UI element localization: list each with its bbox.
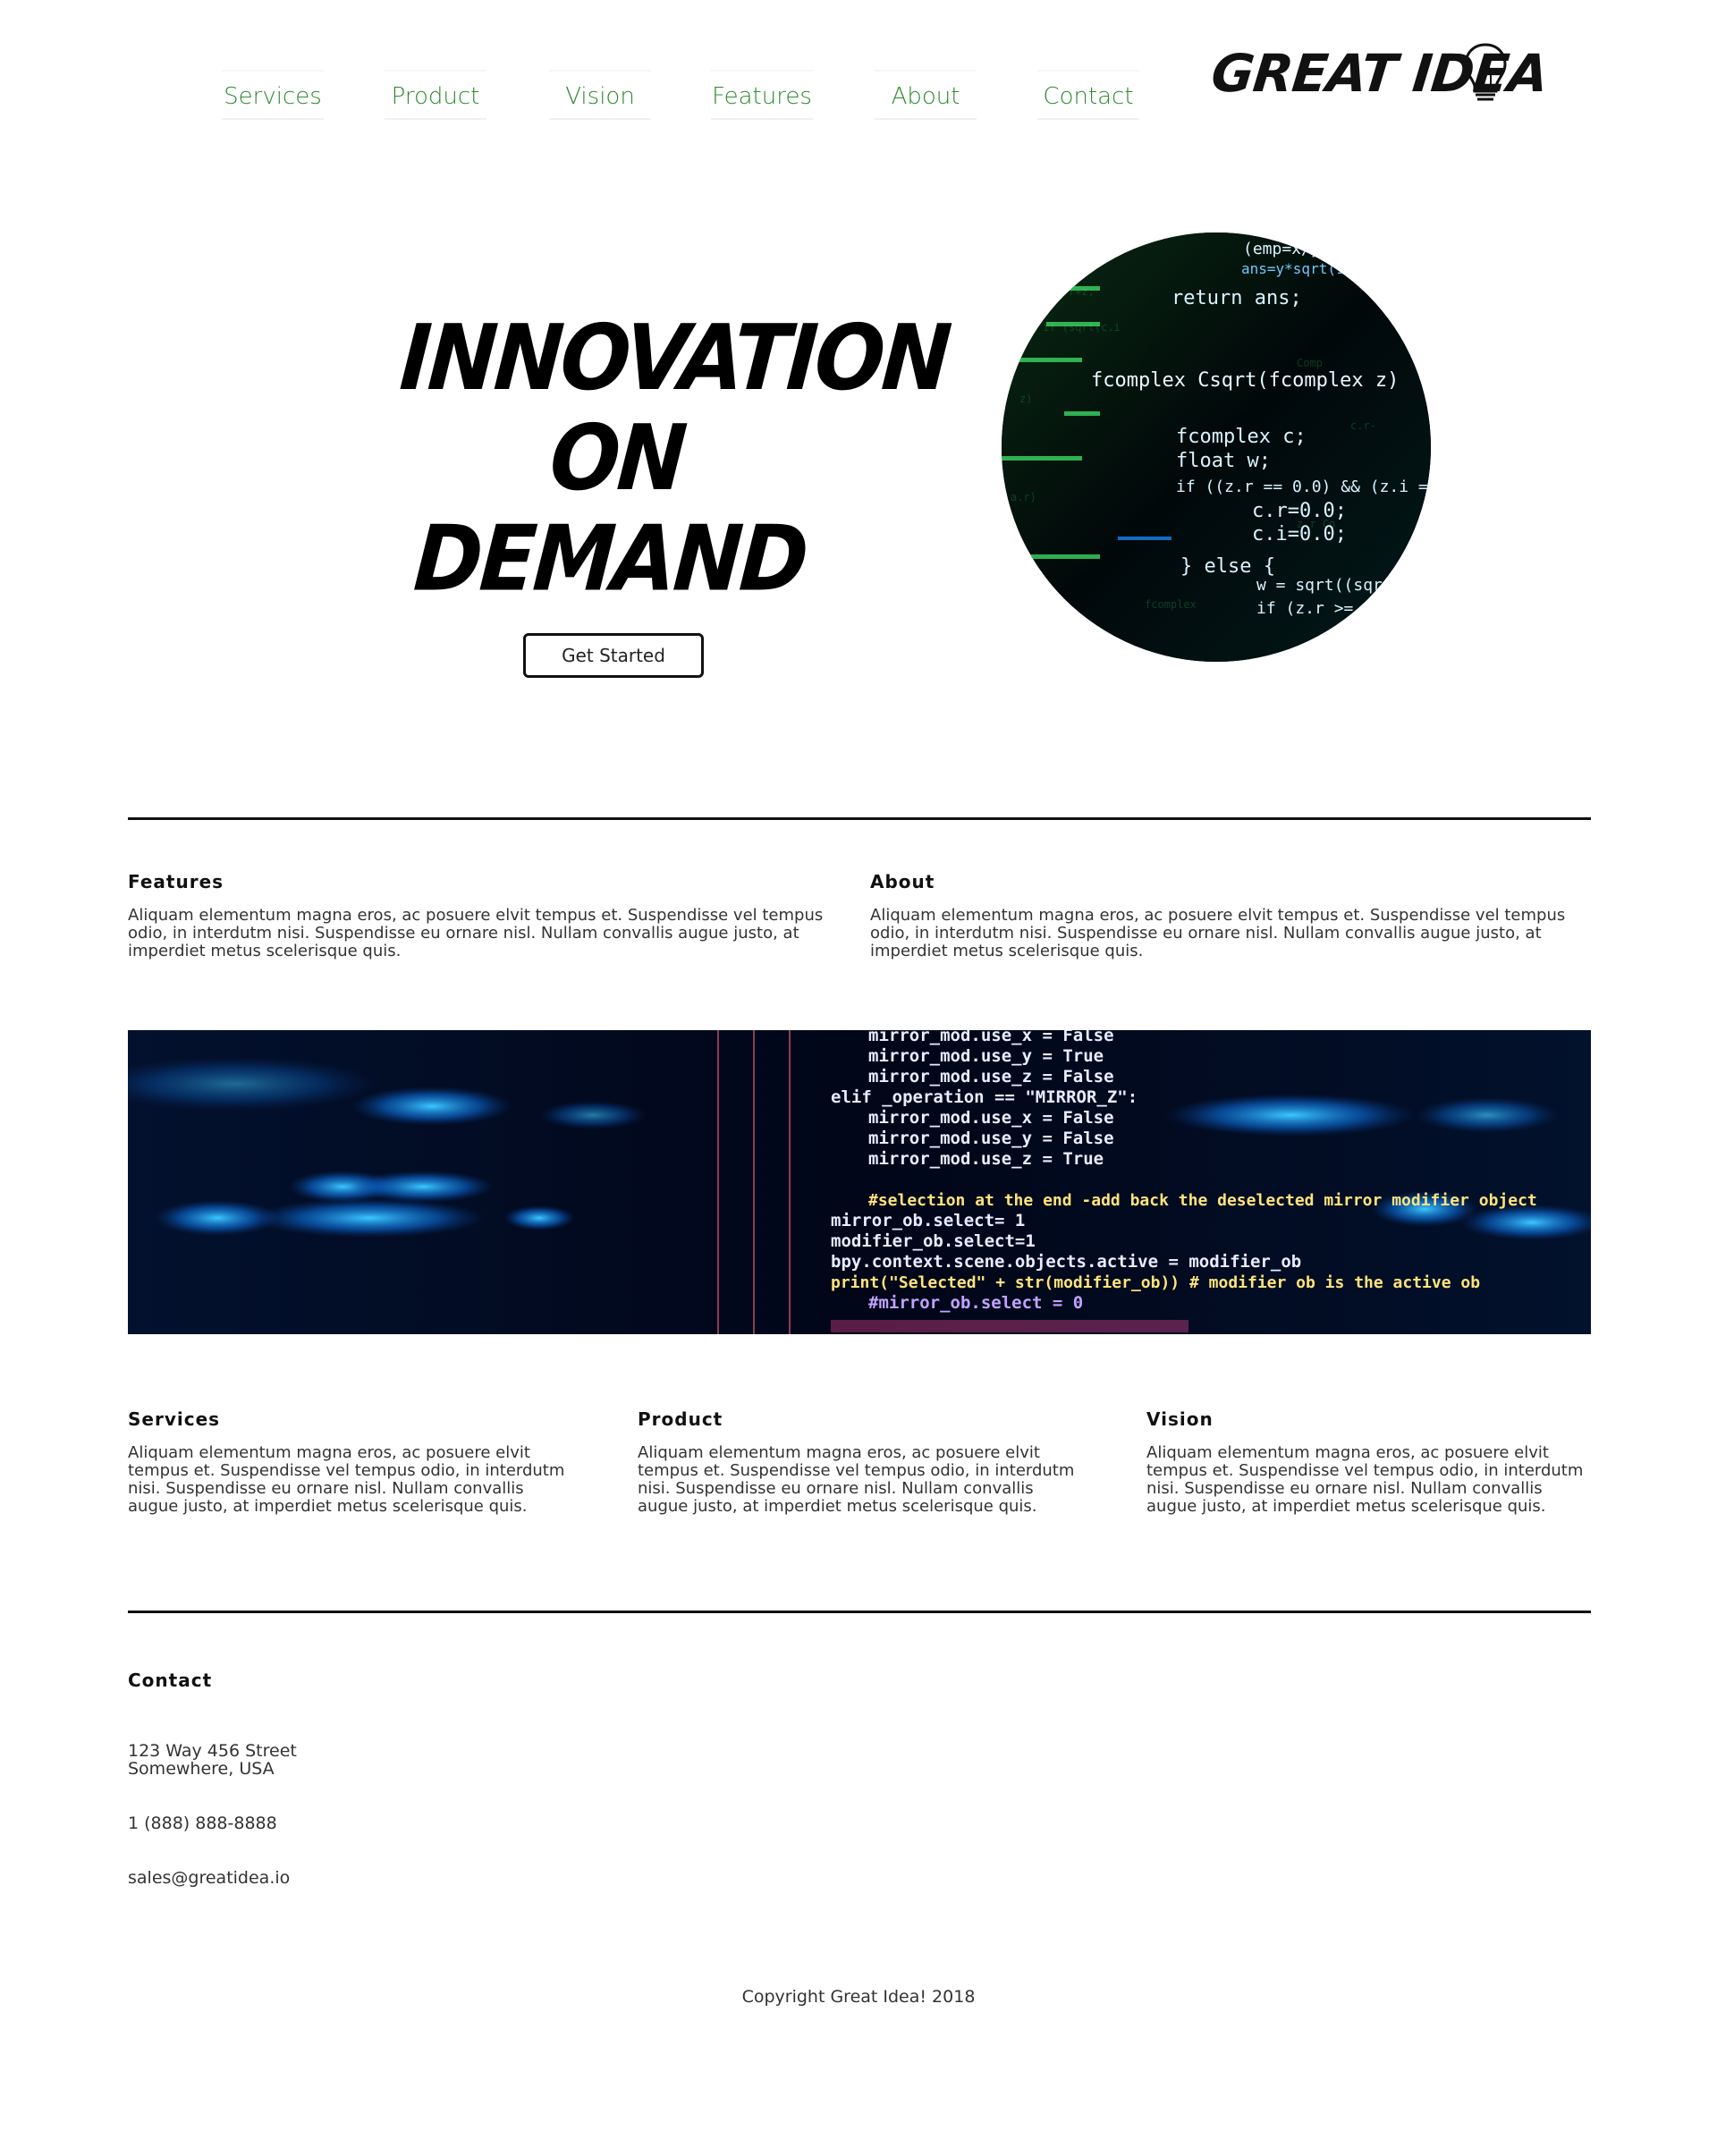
hero-code-line: if (z.r >= 0.0) bbox=[1256, 599, 1402, 618]
section-divider bbox=[128, 1611, 1591, 1613]
vision-heading: Vision bbox=[1146, 1408, 1214, 1430]
hero-code-line: fcomplex Csqrt(fcomplex z) bbox=[1091, 369, 1399, 392]
banner-code-line: mirror_mod.use_x = False bbox=[868, 1030, 1114, 1045]
contact-address-line2: Somewhere, USA bbox=[128, 1759, 275, 1779]
services-heading: Services bbox=[128, 1408, 221, 1430]
hero-code-line: return ans; bbox=[1171, 287, 1302, 309]
nav-link-contact[interactable]: Contact bbox=[1037, 70, 1139, 120]
contact-heading: Contact bbox=[128, 1670, 213, 1691]
banner-code-line: bpy.context.scene.objects.active = modif… bbox=[831, 1252, 1301, 1272]
lightbulb-icon bbox=[1464, 43, 1507, 101]
hero-headline: INNOVATION ON DEMAND bbox=[383, 305, 952, 612]
hero-code-line: } else { bbox=[1180, 555, 1275, 578]
hero-headline-line3: DEMAND bbox=[410, 505, 809, 612]
get-started-button[interactable]: Get Started bbox=[523, 633, 704, 678]
banner-code-line: mirror_mod.use_y = True bbox=[868, 1046, 1104, 1066]
banner-code-line: print("Selected" + str(modifier_ob)) # m… bbox=[831, 1273, 1480, 1292]
vision-text: Aliquam elementum magna eros, ac posuere… bbox=[1146, 1443, 1584, 1516]
hero-headline-line2: ON bbox=[546, 405, 688, 512]
svg-text:c.r-: c.r- bbox=[1350, 419, 1376, 432]
banner-code-line: mirror_mod.use_z = False bbox=[868, 1067, 1114, 1086]
hero-code-line: w = sqrt((sqrt(z.r bbox=[1256, 576, 1431, 595]
svg-text:Comp: Comp bbox=[1297, 357, 1323, 369]
hero-code-line: c.i=0.0; bbox=[1252, 523, 1347, 545]
hero-code-graphic: {fcomp c.r+z; else if (sqrt(c.i Comp z) … bbox=[1002, 233, 1431, 662]
nav-link-about[interactable]: About bbox=[875, 70, 977, 120]
hero-code-line: fcomplex c; bbox=[1176, 426, 1307, 448]
svg-text:z): z) bbox=[1019, 393, 1032, 405]
contact-phone[interactable]: 1 (888) 888-8888 bbox=[128, 1814, 277, 1832]
code-banner-graphic: mirror_mod.use_x = False mirror_mod.use_… bbox=[128, 1030, 1591, 1334]
footer-copyright: Copyright Great Idea! 2018 bbox=[741, 1987, 976, 2007]
contact-address-line1: 123 Way 456 Street bbox=[128, 1741, 297, 1761]
banner-code-line: elif _operation == "MIRROR_Z": bbox=[831, 1087, 1138, 1107]
features-text: Aliquam elementum magna eros, ac posuere… bbox=[128, 906, 824, 960]
product-heading: Product bbox=[638, 1408, 723, 1430]
services-text: Aliquam elementum magna eros, ac posuere… bbox=[128, 1443, 565, 1516]
features-heading: Features bbox=[128, 871, 224, 892]
hero-code-image: {fcomp c.r+z; else if (sqrt(c.i Comp z) … bbox=[1002, 233, 1431, 662]
svg-text:a.r): a.r) bbox=[1011, 491, 1036, 503]
banner-code-line: #mirror_ob.select = 0 bbox=[868, 1293, 1083, 1313]
about-heading: About bbox=[870, 871, 935, 892]
brand-logo[interactable]: GREAT IDEA bbox=[1208, 38, 1550, 109]
banner-code-line: mirror_ob.select= 1 bbox=[831, 1211, 1025, 1230]
hero-headline-line1: INNOVATION bbox=[396, 305, 952, 411]
nav-link-vision[interactable]: Vision bbox=[549, 70, 651, 120]
section-divider bbox=[128, 817, 1591, 820]
contact-email[interactable]: sales@greatidea.io bbox=[128, 1869, 290, 1887]
banner-code-line: mirror_mod.use_z = True bbox=[868, 1149, 1104, 1169]
product-text: Aliquam elementum magna eros, ac posuere… bbox=[638, 1443, 1075, 1516]
banner-code-line: modifier_ob.select=1 bbox=[831, 1231, 1036, 1251]
banner-code-line: mirror_mod.use_x = False bbox=[868, 1108, 1114, 1128]
hero-code-line: (emp=x/y; bbox=[1243, 240, 1331, 258]
banner-code-line: mirror_mod.use_y = False bbox=[868, 1129, 1114, 1148]
hero-code-line: c.r=0.0; bbox=[1252, 500, 1347, 522]
nav-link-services[interactable]: Services bbox=[222, 70, 324, 120]
about-text: Aliquam elementum magna eros, ac posuere… bbox=[870, 906, 1566, 960]
nav-link-product[interactable]: Product bbox=[385, 70, 486, 120]
banner-code-line: #selection at the end -add back the dese… bbox=[868, 1191, 1537, 1210]
code-banner-image: mirror_mod.use_x = False mirror_mod.use_… bbox=[128, 1030, 1591, 1334]
hero-code-line: if ((z.r == 0.0) && (z.i == 0.0)) bbox=[1176, 478, 1431, 496]
hero-code-line: float w; bbox=[1176, 450, 1271, 472]
nav-link-features[interactable]: Features bbox=[711, 70, 813, 120]
svg-text:fcomplex: fcomplex bbox=[1145, 598, 1197, 611]
hero-code-line: ans=y*sqrt(1.0+temp*te bbox=[1241, 260, 1431, 277]
